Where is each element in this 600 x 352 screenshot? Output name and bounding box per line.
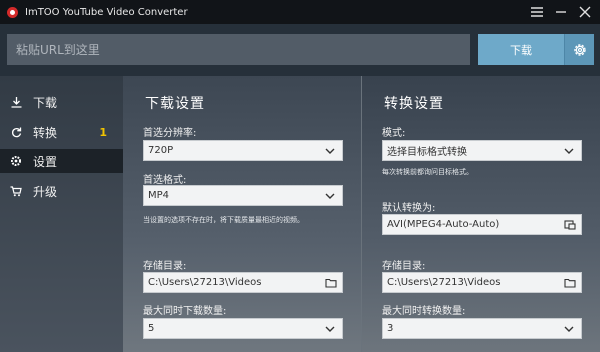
refresh-icon xyxy=(9,127,23,138)
max-downloads-value: 5 xyxy=(148,323,155,334)
sidebar-item-label: 转换 xyxy=(33,125,58,140)
max-downloads-select[interactable]: 5 xyxy=(143,318,343,339)
resolution-select[interactable]: 720P xyxy=(143,140,343,161)
sidebar-item-label: 下载 xyxy=(33,95,58,110)
sidebar-item-settings[interactable]: 设置 xyxy=(0,149,123,173)
app-title: ImTOO YouTube Video Converter xyxy=(25,6,188,18)
chevron-down-icon xyxy=(564,148,574,154)
convert-dir-field[interactable]: C:\Users\27213\Videos xyxy=(382,272,582,293)
download-settings-panel: 下载设置 首选分辨率: 720P 首选格式: MP4 当设置的选项不存在时，将下… xyxy=(123,76,361,352)
cart-icon xyxy=(9,185,23,197)
title-bar: ImTOO YouTube Video Converter xyxy=(0,0,600,24)
save-dir-value: C:\Users\27213\Videos xyxy=(148,277,262,288)
folder-icon[interactable] xyxy=(325,277,337,289)
format-label: 首选格式: xyxy=(143,175,187,186)
resolution-value: 720P xyxy=(148,145,174,156)
sidebar-item-label: 升级 xyxy=(33,184,58,199)
convert-count-badge: 1 xyxy=(99,125,107,139)
panel-title: 下载设置 xyxy=(145,96,205,112)
sidebar-item-upgrade[interactable]: 升级 xyxy=(0,179,123,203)
mode-label: 模式: xyxy=(382,128,406,139)
mode-select[interactable]: 选择目标格式转换 xyxy=(382,140,582,161)
format-select[interactable]: MP4 xyxy=(143,185,343,206)
default-format-label: 默认转换为: xyxy=(382,203,436,214)
gear-icon xyxy=(9,155,23,167)
url-bar: 粘贴URL到这里 下载 xyxy=(0,24,600,76)
app-logo-icon xyxy=(7,6,18,18)
save-dir-label: 存储目录: xyxy=(143,261,187,272)
default-format-value: AVI(MPEG4-Auto-Auto) xyxy=(387,219,500,230)
sidebar-item-download[interactable]: 下载 xyxy=(0,90,123,114)
panel-title: 转换设置 xyxy=(384,96,444,112)
download-options-button[interactable] xyxy=(564,34,594,65)
chevron-down-icon xyxy=(325,148,335,154)
max-downloads-label: 最大同时下载数量: xyxy=(143,306,227,317)
resolution-label: 首选分辨率: xyxy=(143,128,197,139)
convert-dir-value: C:\Users\27213\Videos xyxy=(387,277,501,288)
sidebar-item-convert[interactable]: 转换 1 xyxy=(0,120,123,144)
app-window: ImTOO YouTube Video Converter 粘贴URL到这里 下… xyxy=(0,0,600,352)
close-icon[interactable] xyxy=(576,3,594,21)
sidebar: 下载 转换 1 设置 升级 xyxy=(0,76,123,352)
max-conversions-select[interactable]: 3 xyxy=(382,318,582,339)
sidebar-item-label: 设置 xyxy=(33,154,58,169)
chevron-down-icon xyxy=(325,326,335,332)
minimize-icon[interactable] xyxy=(552,3,570,21)
url-input[interactable]: 粘贴URL到这里 xyxy=(7,34,470,65)
mode-value: 选择目标格式转换 xyxy=(387,147,467,158)
download-icon xyxy=(9,96,23,108)
mode-hint: 每次转换前都询问目标格式。 xyxy=(382,168,473,176)
format-hint: 当设置的选项不存在时，将下载质量最相近的视频。 xyxy=(143,216,304,224)
chevron-down-icon xyxy=(564,326,574,332)
convert-settings-panel: 转换设置 模式: 选择目标格式转换 每次转换前都询问目标格式。 默认转换为: A… xyxy=(362,76,600,352)
folder-icon[interactable] xyxy=(564,277,576,289)
save-dir-field[interactable]: C:\Users\27213\Videos xyxy=(143,272,343,293)
download-button[interactable]: 下载 xyxy=(478,34,564,65)
default-format-field[interactable]: AVI(MPEG4-Auto-Auto) xyxy=(382,214,582,235)
window-controls xyxy=(528,3,594,21)
chevron-down-icon xyxy=(325,193,335,199)
save-dir-label: 存储目录: xyxy=(382,261,426,272)
max-conversions-label: 最大同时转换数量: xyxy=(382,306,466,317)
browse-format-icon[interactable] xyxy=(564,219,576,231)
format-value: MP4 xyxy=(148,190,170,201)
max-conversions-value: 3 xyxy=(387,323,394,334)
menu-icon[interactable] xyxy=(528,3,546,21)
gear-icon xyxy=(573,43,586,56)
